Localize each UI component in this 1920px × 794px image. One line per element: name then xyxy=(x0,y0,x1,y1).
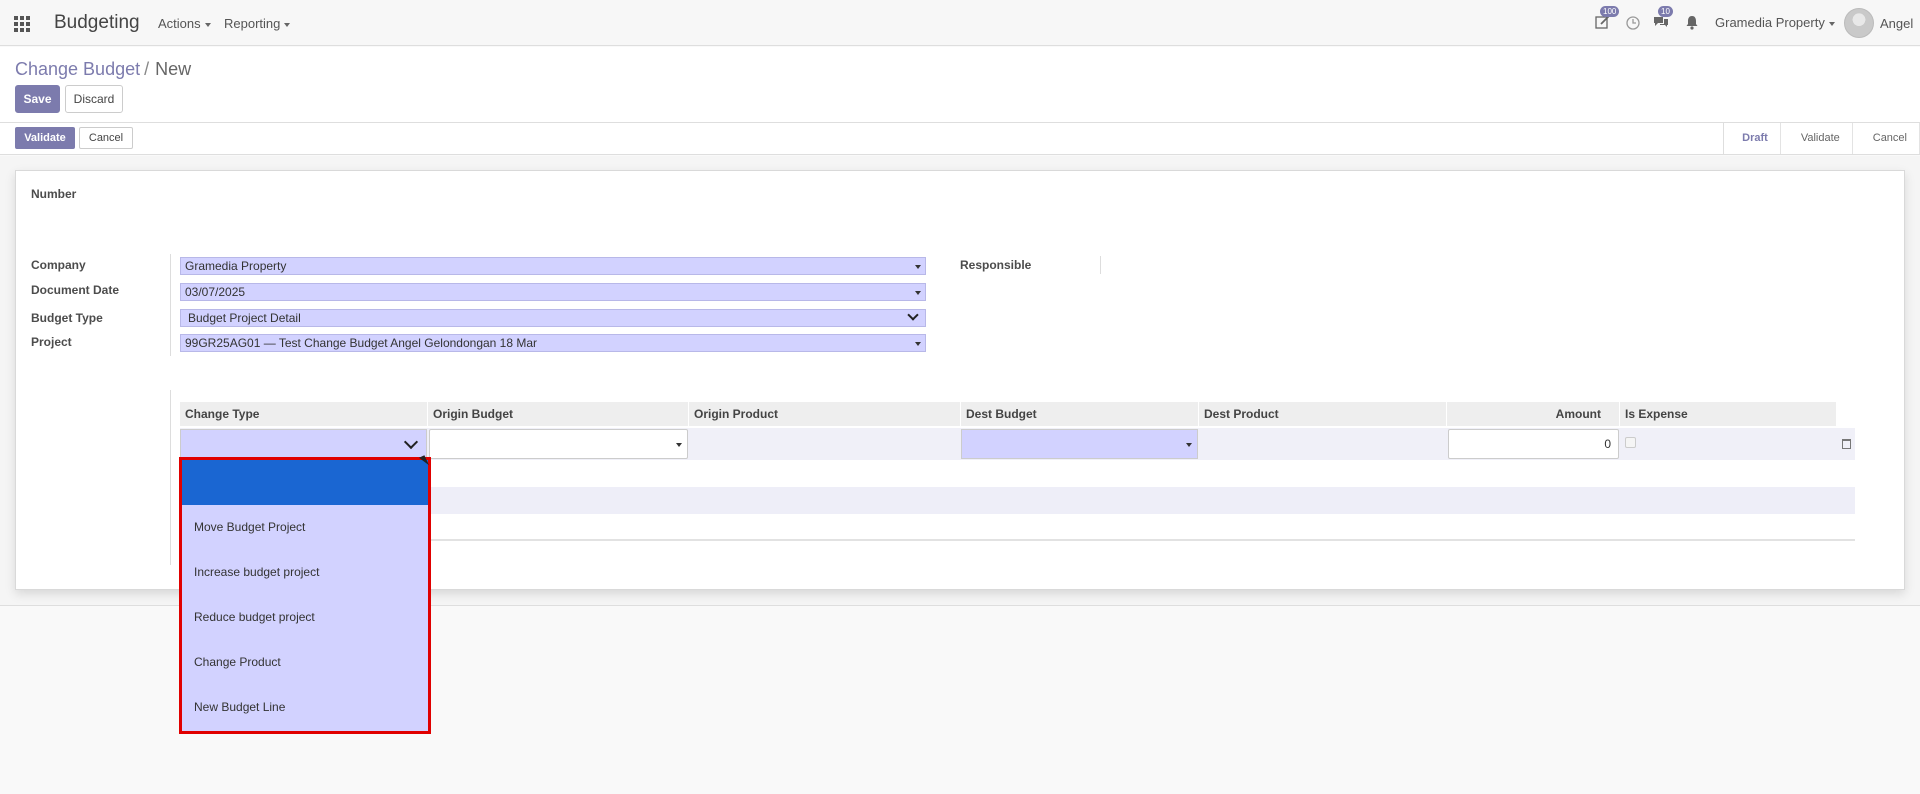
budget-type-select[interactable]: Budget Project Detail xyxy=(180,309,926,327)
budget-type-label: Budget Type xyxy=(31,311,103,325)
budget-type-value: Budget Project Detail xyxy=(188,311,301,325)
stage-pipeline: Draft Validate Cancel xyxy=(1723,123,1920,154)
activity-badge: 100 xyxy=(1600,6,1620,17)
breadcrumb-separator: / xyxy=(144,59,150,79)
caret-down-icon xyxy=(915,342,921,346)
validate-button[interactable]: Validate xyxy=(15,127,75,149)
col-dest-budget[interactable]: Dest Budget xyxy=(961,402,1199,426)
stage-cancel[interactable]: Cancel xyxy=(1853,123,1920,154)
caret-down-icon xyxy=(915,291,921,295)
menu-reporting-label: Reporting xyxy=(224,16,281,31)
table-row xyxy=(180,460,1855,487)
field-divider xyxy=(170,254,171,356)
option-new-budget-line[interactable]: New Budget Line xyxy=(182,685,428,730)
chevron-down-icon xyxy=(907,309,919,321)
dest-budget-input[interactable] xyxy=(961,429,1198,459)
stage-draft[interactable]: Draft xyxy=(1724,123,1781,154)
col-origin-product[interactable]: Origin Product xyxy=(689,402,961,426)
change-type-select[interactable] xyxy=(180,429,427,459)
company-switcher[interactable]: Gramedia Property xyxy=(1715,15,1835,30)
document-date-value: 03/07/2025 xyxy=(185,285,246,299)
chat-icon[interactable]: 10 xyxy=(1653,6,1673,32)
stage-validate[interactable]: Validate xyxy=(1781,123,1853,154)
trash-icon[interactable] xyxy=(1842,439,1851,449)
field-divider xyxy=(1100,256,1101,274)
company-switcher-label: Gramedia Property xyxy=(1715,15,1825,30)
project-field[interactable]: 99GR25AG01 — Test Change Budget Angel Ge… xyxy=(180,334,926,352)
project-label: Project xyxy=(31,335,72,349)
responsible-label: Responsible xyxy=(960,258,1032,272)
breadcrumb-current: New xyxy=(155,59,192,79)
caret-down-icon xyxy=(676,443,682,447)
caret-down-icon xyxy=(915,265,921,269)
number-label: Number xyxy=(31,187,77,201)
col-change-type[interactable]: Change Type xyxy=(180,402,428,426)
save-button[interactable]: Save xyxy=(15,85,60,113)
caret-down-icon xyxy=(284,22,291,27)
chevron-down-icon xyxy=(403,434,419,450)
company-field[interactable]: Gramedia Property xyxy=(180,257,926,275)
menu-actions[interactable]: Actions xyxy=(158,16,211,31)
bell-icon[interactable] xyxy=(1684,14,1702,32)
table-divider xyxy=(170,390,171,565)
menu-reporting[interactable]: Reporting xyxy=(224,16,291,31)
company-label: Company xyxy=(31,258,86,272)
option-reduce-budget-project[interactable]: Reduce budget project xyxy=(182,595,428,640)
amount-input[interactable]: 0 xyxy=(1448,429,1619,459)
control-panel: Change Budget / New Save Discard xyxy=(0,47,1920,123)
origin-budget-input[interactable] xyxy=(429,429,688,459)
option-move-budget-project[interactable]: Move Budget Project xyxy=(182,505,428,550)
col-origin-budget[interactable]: Origin Budget xyxy=(428,402,689,426)
col-is-expense[interactable]: Is Expense xyxy=(1620,402,1837,426)
caret-down-icon xyxy=(1186,443,1192,447)
option-change-product[interactable]: Change Product xyxy=(182,640,428,685)
project-value: 99GR25AG01 — Test Change Budget Angel Ge… xyxy=(185,336,538,350)
table-row xyxy=(180,487,1855,514)
breadcrumb-parent[interactable]: Change Budget xyxy=(15,59,140,79)
status-bar: Validate Cancel Draft Validate Cancel xyxy=(0,123,1920,155)
caret-down-icon xyxy=(1828,21,1835,26)
change-type-dropdown: Move Budget Project Increase budget proj… xyxy=(179,457,431,734)
is-expense-checkbox[interactable] xyxy=(1625,437,1636,448)
user-name[interactable]: Angel xyxy=(1880,16,1913,31)
apps-grid-icon[interactable] xyxy=(14,16,30,32)
chat-badge: 10 xyxy=(1658,6,1673,17)
breadcrumb: Change Budget / New xyxy=(15,59,191,80)
top-navbar: Budgeting Actions Reporting 100 10 Grame… xyxy=(0,0,1920,46)
caret-down-icon xyxy=(204,22,211,27)
cancel-button[interactable]: Cancel xyxy=(79,127,133,149)
document-date-label: Document Date xyxy=(31,283,120,297)
company-field-value: Gramedia Property xyxy=(185,259,287,273)
document-date-field[interactable]: 03/07/2025 xyxy=(180,283,926,301)
clock-icon[interactable] xyxy=(1625,14,1643,32)
option-empty[interactable] xyxy=(182,460,428,505)
option-increase-budget-project[interactable]: Increase budget project xyxy=(182,550,428,595)
user-avatar[interactable] xyxy=(1844,8,1874,38)
discard-button[interactable]: Discard xyxy=(65,85,123,113)
activity-edit-icon[interactable]: 100 xyxy=(1595,6,1620,32)
col-amount[interactable]: Amount xyxy=(1447,402,1620,426)
col-dest-product[interactable]: Dest Product xyxy=(1199,402,1447,426)
app-brand[interactable]: Budgeting xyxy=(54,12,140,34)
menu-actions-label: Actions xyxy=(158,16,201,31)
table-row xyxy=(180,514,1855,541)
